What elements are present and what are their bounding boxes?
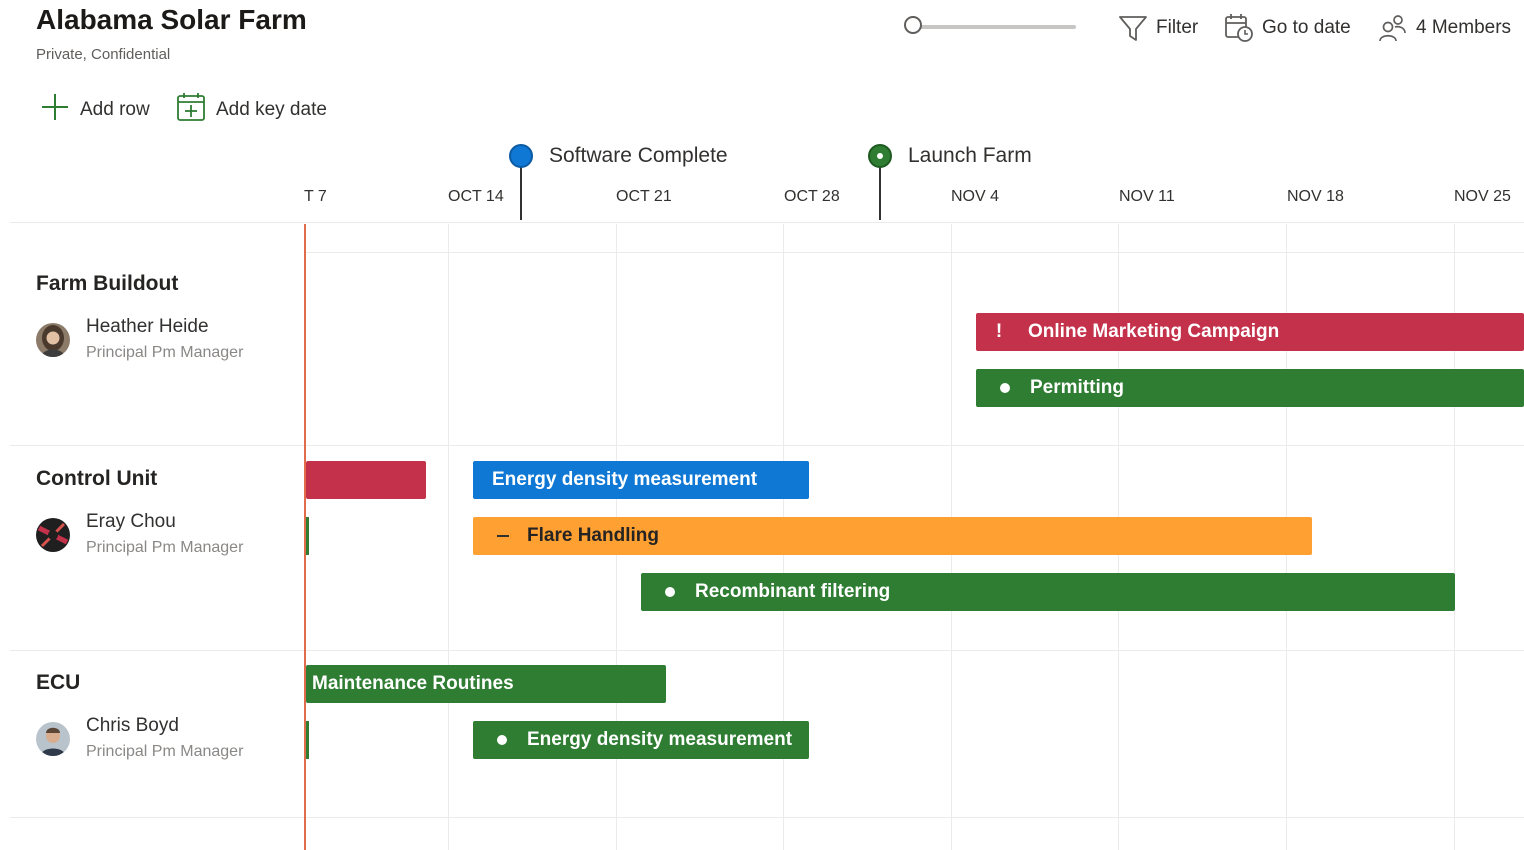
date-label: NOV 18 xyxy=(1287,188,1344,205)
task-bar[interactable]: Energy density measurement xyxy=(473,461,809,499)
zoom-slider-thumb[interactable] xyxy=(904,16,922,34)
date-label: OCT 14 xyxy=(448,188,504,205)
milestone-line xyxy=(520,166,522,220)
add-key-date-label: Add key date xyxy=(216,99,327,120)
page-subtitle: Private, Confidential xyxy=(36,46,171,63)
date-label: OCT 21 xyxy=(616,188,672,205)
add-row-button[interactable]: Add row xyxy=(40,94,150,126)
grid-line xyxy=(306,252,1524,253)
task-bar[interactable] xyxy=(306,461,426,499)
add-row-label: Add row xyxy=(80,99,150,120)
filter-button[interactable]: Filter xyxy=(1118,14,1198,42)
date-label: T 7 xyxy=(304,188,327,205)
task-bar[interactable]: Flare Handling xyxy=(473,517,1312,555)
grid-line xyxy=(448,224,449,850)
calendar-add-icon xyxy=(176,92,206,128)
avatar xyxy=(36,323,70,357)
calendar-clock-icon xyxy=(1224,13,1254,43)
row-divider xyxy=(10,445,1524,446)
members-label: 4 Members xyxy=(1416,17,1512,38)
task-label: Online Marketing Campaign xyxy=(1028,321,1280,342)
task-bar-sliver[interactable] xyxy=(306,721,309,759)
header-divider xyxy=(10,222,1524,223)
task-label: Recombinant filtering xyxy=(695,581,891,602)
task-bar[interactable]: Permitting xyxy=(976,369,1524,407)
task-label: Energy density measurement xyxy=(527,729,793,750)
task-label: Flare Handling xyxy=(527,525,659,546)
date-label: NOV 11 xyxy=(1119,188,1175,205)
filter-icon xyxy=(1118,14,1148,42)
row-divider xyxy=(10,817,1524,818)
zoom-slider-track[interactable] xyxy=(918,25,1076,29)
group-name[interactable]: Farm Buildout xyxy=(36,272,178,296)
person-role: Principal Pm Manager xyxy=(86,743,244,760)
group-name[interactable]: ECU xyxy=(36,671,80,695)
person-name: Chris Boyd xyxy=(86,715,179,736)
date-label: OCT 28 xyxy=(784,188,840,205)
task-bar[interactable]: Energy density measurement xyxy=(473,721,809,759)
avatar xyxy=(36,518,70,552)
page-title: Alabama Solar Farm xyxy=(36,4,307,35)
dash-icon xyxy=(497,535,509,537)
progress-dot-icon xyxy=(1000,383,1010,393)
milestone-dot xyxy=(877,153,883,159)
person-name: Eray Chou xyxy=(86,511,176,532)
milestone-label[interactable]: Launch Farm xyxy=(908,144,1032,168)
people-icon xyxy=(1378,14,1408,42)
avatar xyxy=(36,722,70,756)
filter-label: Filter xyxy=(1156,17,1199,38)
task-bar-sliver[interactable] xyxy=(306,517,309,555)
add-key-date-button[interactable]: Add key date xyxy=(176,92,327,128)
task-label: Permitting xyxy=(1030,377,1124,398)
person-role: Principal Pm Manager xyxy=(86,344,244,361)
progress-dot-icon xyxy=(497,735,507,745)
task-bar[interactable]: ! Online Marketing Campaign xyxy=(976,313,1524,351)
person-role: Principal Pm Manager xyxy=(86,539,244,556)
group-name[interactable]: Control Unit xyxy=(36,467,157,491)
plus-icon xyxy=(40,92,70,128)
task-bar[interactable]: Recombinant filtering xyxy=(641,573,1455,611)
priority-icon: ! xyxy=(995,321,1003,342)
milestone-label[interactable]: Software Complete xyxy=(549,144,728,168)
progress-dot-icon xyxy=(665,587,675,597)
task-label: Energy density measurement xyxy=(492,469,758,490)
person-name: Heather Heide xyxy=(86,316,209,337)
task-label: Maintenance Routines xyxy=(312,673,514,694)
milestone-pin[interactable] xyxy=(868,144,892,168)
go-to-date-button[interactable]: Go to date xyxy=(1224,14,1351,42)
task-bar[interactable]: Maintenance Routines xyxy=(306,665,666,703)
milestone-line xyxy=(879,166,881,220)
members-button[interactable]: 4 Members xyxy=(1378,14,1511,42)
date-label: NOV 25 xyxy=(1454,188,1511,205)
row-divider xyxy=(10,650,1524,651)
milestone-pin[interactable] xyxy=(509,144,533,168)
go-to-date-label: Go to date xyxy=(1262,17,1351,38)
date-label: NOV 4 xyxy=(951,188,1000,205)
